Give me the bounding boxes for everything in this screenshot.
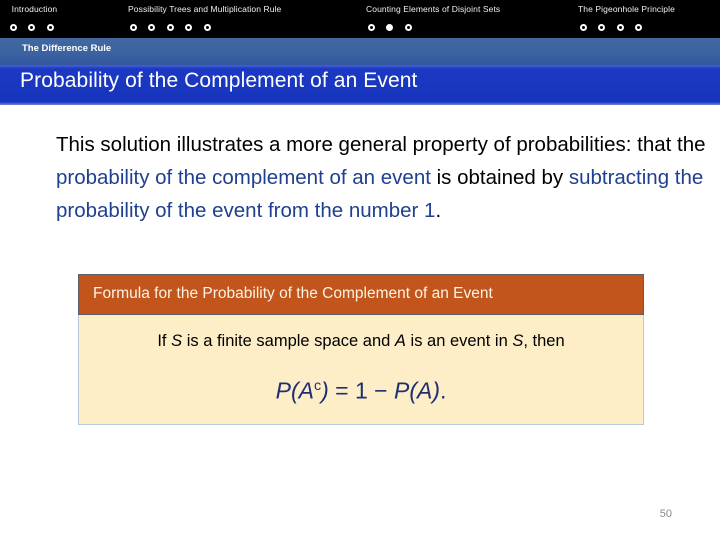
formula-minus: − — [374, 377, 394, 404]
nav-section-label: Introduction — [11, 4, 58, 14]
nav-section-counting-elements[interactable]: Counting Elements of Disjoint Sets — [366, 0, 500, 35]
statement-part-a: If — [157, 332, 172, 350]
nav-dot[interactable] — [203, 24, 211, 32]
formula-statement: If S is a finite sample space and A is a… — [79, 329, 643, 353]
nav-dot[interactable] — [46, 24, 54, 32]
body-paragraph: This solution illustrates a more general… — [56, 128, 706, 227]
nav-dot[interactable] — [148, 24, 156, 32]
formula-period: . — [439, 377, 447, 404]
formula-pac-close: ) — [321, 377, 336, 404]
section-strip: The Difference Rule — [0, 38, 720, 65]
nav-section-label: Possibility Trees and Multiplication Rul… — [128, 4, 282, 14]
section-strip-label: The Difference Rule — [22, 43, 112, 54]
nav-section-possibility-trees[interactable]: Possibility Trees and Multiplication Rul… — [128, 0, 281, 35]
nav-dot[interactable] — [635, 24, 643, 32]
nav-dot[interactable] — [616, 24, 624, 32]
formula-callout: Formula for the Probability of the Compl… — [78, 274, 644, 425]
formula-pac-open: P(A — [275, 377, 314, 404]
nav-dot[interactable] — [368, 24, 375, 32]
top-navigation-bar: Introduction Possibility Trees and Multi… — [0, 0, 720, 38]
nav-section-dots[interactable] — [578, 16, 675, 35]
nav-section-dots[interactable] — [8, 16, 61, 35]
nav-dot[interactable] — [28, 24, 36, 32]
nav-dot[interactable] — [166, 24, 174, 32]
formula-one: 1 — [354, 377, 375, 404]
formula-callout-body: If S is a finite sample space and A is a… — [78, 315, 644, 425]
nav-dot[interactable] — [404, 24, 412, 32]
statement-var-s1: S — [171, 332, 183, 350]
nav-dot[interactable] — [185, 24, 193, 32]
body-segment-highlight-1: probability of the complement of an even… — [56, 166, 431, 189]
nav-section-label: Counting Elements of Disjoint Sets — [366, 4, 501, 14]
nav-dot[interactable] — [130, 24, 137, 32]
formula-equals: = — [335, 377, 355, 404]
page-title: Probability of the Complement of an Even… — [20, 69, 418, 92]
slide-title-band: Probability of the Complement of an Even… — [0, 65, 720, 105]
formula-callout-header: Formula for the Probability of the Compl… — [78, 274, 644, 315]
nav-section-dots[interactable] — [128, 16, 281, 35]
nav-section-label: The Pigeonhole Principle — [578, 4, 675, 14]
body-segment-2: is obtained by — [430, 166, 569, 189]
nav-dot[interactable] — [10, 24, 17, 32]
formula-expression: P(Ac) = 1 − P(A). — [79, 371, 643, 406]
statement-part-c: is an event in — [405, 332, 513, 350]
formula-complement-superscript: c — [313, 378, 322, 394]
statement-part-d: , then — [523, 332, 565, 350]
statement-var-s2: S — [512, 332, 524, 350]
page-number: 50 — [659, 508, 672, 520]
formula-pa: P(A) — [393, 377, 440, 404]
nav-dot-current[interactable] — [386, 24, 394, 32]
nav-section-introduction[interactable]: Introduction — [8, 0, 61, 35]
statement-part-b: is a finite sample space and — [182, 332, 395, 350]
nav-section-dots[interactable] — [366, 16, 500, 35]
nav-dot[interactable] — [598, 24, 606, 32]
body-segment-1: This solution illustrates a more general… — [56, 133, 706, 156]
body-segment-3: . — [435, 199, 442, 222]
nav-dot[interactable] — [580, 24, 587, 32]
nav-section-pigeonhole-principle[interactable]: The Pigeonhole Principle — [578, 0, 675, 35]
statement-var-a: A — [394, 332, 406, 350]
